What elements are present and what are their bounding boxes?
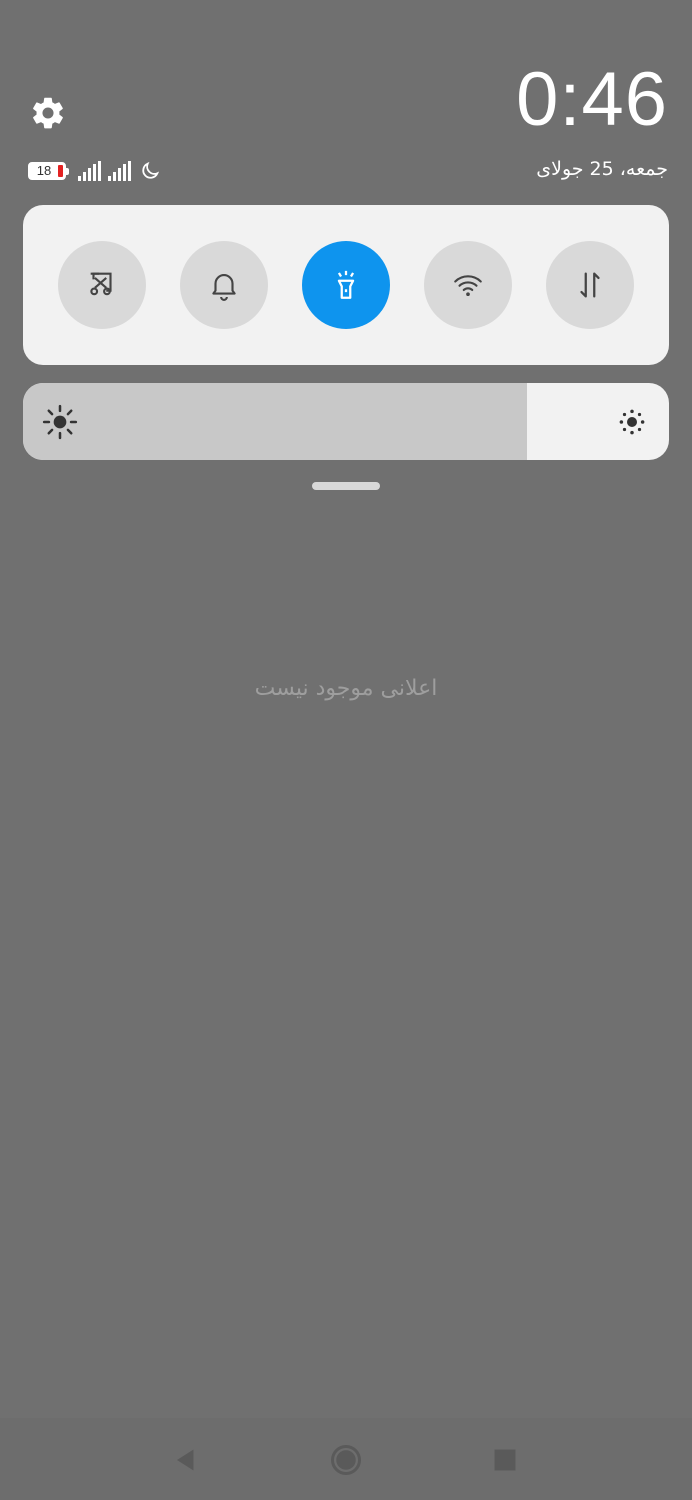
flashlight-icon bbox=[337, 270, 355, 299]
back-button[interactable] bbox=[166, 1440, 206, 1480]
brightness-level-fill bbox=[23, 383, 527, 460]
signal-1-icon bbox=[78, 161, 103, 181]
screenshot-scissors-icon bbox=[90, 272, 112, 296]
wifi-tile[interactable] bbox=[424, 241, 512, 329]
panel-drag-handle[interactable] bbox=[312, 482, 380, 490]
no-notifications-text: اعلانی موجود نیست bbox=[254, 676, 438, 701]
moon-icon bbox=[142, 161, 160, 179]
brightness-slider[interactable] bbox=[23, 383, 669, 460]
home-icon bbox=[331, 1445, 361, 1475]
brightness-low-icon bbox=[42, 404, 78, 440]
settings-button[interactable] bbox=[29, 94, 67, 132]
wifi-icon bbox=[454, 275, 482, 297]
recents-button[interactable] bbox=[485, 1440, 525, 1480]
clock: 0:46 bbox=[516, 57, 668, 142]
brightness-high-icon bbox=[619, 409, 645, 435]
date: جمعه، 25 جولای bbox=[536, 158, 668, 180]
screenshot-tile[interactable] bbox=[58, 241, 146, 329]
signal-2-icon bbox=[108, 161, 133, 181]
battery-icon: 18 bbox=[28, 162, 69, 180]
mobile-data-tile[interactable] bbox=[546, 241, 634, 329]
battery-level: 18 bbox=[36, 163, 52, 178]
navigation-bar bbox=[0, 1418, 692, 1500]
recents-icon bbox=[494, 1449, 516, 1471]
home-button[interactable] bbox=[326, 1440, 366, 1480]
sound-tile[interactable] bbox=[180, 241, 268, 329]
bell-icon bbox=[212, 274, 236, 301]
status-icons: 18 bbox=[28, 158, 161, 184]
gear-icon bbox=[33, 97, 63, 129]
back-icon bbox=[177, 1449, 194, 1471]
quick-settings-panel bbox=[23, 205, 669, 365]
mobile-data-icon bbox=[580, 272, 600, 298]
flashlight-tile[interactable] bbox=[302, 241, 390, 329]
